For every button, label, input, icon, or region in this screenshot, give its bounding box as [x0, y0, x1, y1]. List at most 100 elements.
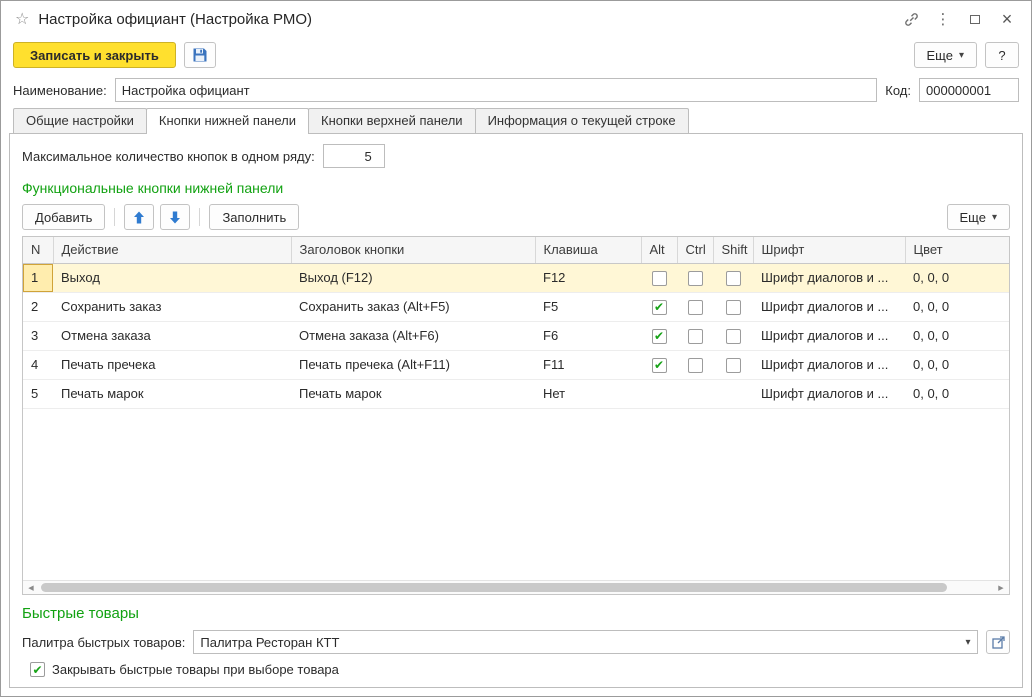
checkbox-unchecked[interactable] [688, 329, 703, 344]
column-header[interactable]: Цвет [905, 237, 1009, 263]
name-input[interactable] [115, 78, 878, 102]
cell-color[interactable]: 0, 0, 0 [905, 379, 1009, 408]
cell-key[interactable]: F12 [535, 263, 641, 292]
checkbox-checked[interactable]: ✔ [652, 358, 667, 373]
cell-alt[interactable] [641, 379, 677, 408]
scroll-left-icon[interactable]: ◀ [23, 581, 39, 594]
palette-combo[interactable]: Палитра Ресторан КТТ ▾ [193, 630, 978, 654]
checkbox-unchecked[interactable] [688, 271, 703, 286]
cell-font[interactable]: Шрифт диалогов и ... [753, 379, 905, 408]
column-header[interactable]: Заголовок кнопки [291, 237, 535, 263]
cell-color[interactable]: 0, 0, 0 [905, 350, 1009, 379]
close-on-select-checkbox[interactable]: ✔ [30, 662, 45, 677]
table-row[interactable]: 1ВыходВыход (F12)F12 Шрифт диалогов и ...… [23, 263, 1009, 292]
checkbox-unchecked[interactable] [688, 300, 703, 315]
palette-open-button[interactable] [986, 630, 1010, 654]
column-header[interactable]: Действие [53, 237, 291, 263]
cell-key[interactable]: F11 [535, 350, 641, 379]
cell-font[interactable]: Шрифт диалогов и ... [753, 321, 905, 350]
cell-alt[interactable]: ✔ [641, 350, 677, 379]
link-icon[interactable] [897, 7, 925, 31]
code-input[interactable] [919, 78, 1019, 102]
checkbox-unchecked[interactable] [688, 358, 703, 373]
cell-alt[interactable]: ✔ [641, 292, 677, 321]
cell-action[interactable]: Печать марок [53, 379, 291, 408]
checkbox-checked[interactable]: ✔ [652, 300, 667, 315]
cell-color[interactable]: 0, 0, 0 [905, 321, 1009, 350]
column-header[interactable]: Клавиша [535, 237, 641, 263]
cell-ctrl[interactable] [677, 263, 713, 292]
scroll-right-icon[interactable]: ▶ [993, 581, 1009, 594]
table-row[interactable]: 2Сохранить заказСохранить заказ (Alt+F5)… [23, 292, 1009, 321]
column-header[interactable]: Шрифт [753, 237, 905, 263]
cell-number[interactable]: 2 [23, 292, 53, 321]
cell-caption[interactable]: Печать пречека (Alt+F11) [291, 350, 535, 379]
scrollbar-track[interactable] [39, 581, 993, 594]
cell-number[interactable]: 5 [23, 379, 53, 408]
cell-number[interactable]: 3 [23, 321, 53, 350]
cell-shift[interactable] [713, 321, 753, 350]
cell-shift[interactable] [713, 379, 753, 408]
cell-number[interactable]: 1 [23, 263, 53, 292]
cell-shift[interactable] [713, 350, 753, 379]
cell-caption[interactable]: Выход (F12) [291, 263, 535, 292]
fill-button[interactable]: Заполнить [209, 204, 299, 230]
column-header[interactable]: N [23, 237, 53, 263]
cell-font[interactable]: Шрифт диалогов и ... [753, 263, 905, 292]
grid-more-button[interactable]: Еще ▾ [947, 204, 1010, 230]
cell-shift[interactable] [713, 292, 753, 321]
tab-general-settings[interactable]: Общие настройки [13, 108, 147, 133]
column-header[interactable]: Shift [713, 237, 753, 263]
add-button[interactable]: Добавить [22, 204, 105, 230]
checkbox-unchecked[interactable] [726, 271, 741, 286]
cell-caption[interactable]: Отмена заказа (Alt+F6) [291, 321, 535, 350]
max-buttons-input[interactable] [323, 144, 385, 168]
checkbox-unchecked[interactable] [726, 329, 741, 344]
cell-ctrl[interactable] [677, 292, 713, 321]
cell-key[interactable]: F5 [535, 292, 641, 321]
cell-action[interactable]: Сохранить заказ [53, 292, 291, 321]
move-up-button[interactable] [124, 204, 154, 230]
table-row[interactable]: 3Отмена заказаОтмена заказа (Alt+F6)F6 ✔ Ш… [23, 321, 1009, 350]
cell-action[interactable]: Выход [53, 263, 291, 292]
column-header[interactable]: Alt [641, 237, 677, 263]
cell-ctrl[interactable] [677, 379, 713, 408]
cell-caption[interactable]: Сохранить заказ (Alt+F5) [291, 292, 535, 321]
checkbox-unchecked[interactable] [726, 300, 741, 315]
cell-key[interactable]: Нет [535, 379, 641, 408]
save-button[interactable] [184, 42, 216, 68]
cell-color[interactable]: 0, 0, 0 [905, 292, 1009, 321]
cell-font[interactable]: Шрифт диалогов и ... [753, 292, 905, 321]
horizontal-scrollbar[interactable]: ◀ ▶ [23, 580, 1009, 594]
cell-alt[interactable] [641, 263, 677, 292]
cell-ctrl[interactable] [677, 321, 713, 350]
table-row[interactable]: 4Печать пречекаПечать пречека (Alt+F11)F… [23, 350, 1009, 379]
caret-down-icon[interactable]: ▾ [959, 637, 977, 648]
cell-action[interactable]: Печать пречека [53, 350, 291, 379]
cell-caption[interactable]: Печать марок [291, 379, 535, 408]
checkbox-unchecked[interactable] [726, 358, 741, 373]
cell-action[interactable]: Отмена заказа [53, 321, 291, 350]
scrollbar-thumb[interactable] [41, 583, 947, 592]
cell-number[interactable]: 4 [23, 350, 53, 379]
cell-ctrl[interactable] [677, 350, 713, 379]
tab-bottom-panel-buttons[interactable]: Кнопки нижней панели [146, 108, 309, 134]
help-button[interactable]: ? [985, 42, 1019, 68]
maximize-icon[interactable] [961, 7, 989, 31]
kebab-menu-icon[interactable]: ⋮ [929, 7, 957, 31]
favorite-star-icon[interactable]: ☆ [15, 9, 29, 29]
tab-current-row-info[interactable]: Информация о текущей строке [475, 108, 689, 133]
cell-shift[interactable] [713, 263, 753, 292]
checkbox-checked[interactable]: ✔ [652, 329, 667, 344]
cell-font[interactable]: Шрифт диалогов и ... [753, 350, 905, 379]
cell-color[interactable]: 0, 0, 0 [905, 263, 1009, 292]
move-down-button[interactable] [160, 204, 190, 230]
more-button[interactable]: Еще ▾ [914, 42, 977, 68]
column-header[interactable]: Ctrl [677, 237, 713, 263]
cell-alt[interactable]: ✔ [641, 321, 677, 350]
tab-top-panel-buttons[interactable]: Кнопки верхней панели [308, 108, 476, 133]
cell-key[interactable]: F6 [535, 321, 641, 350]
table-row[interactable]: 5Печать марокПечать марокНетШрифт диалог… [23, 379, 1009, 408]
close-icon[interactable]: × [993, 7, 1021, 31]
save-close-button[interactable]: Записать и закрыть [13, 42, 176, 68]
